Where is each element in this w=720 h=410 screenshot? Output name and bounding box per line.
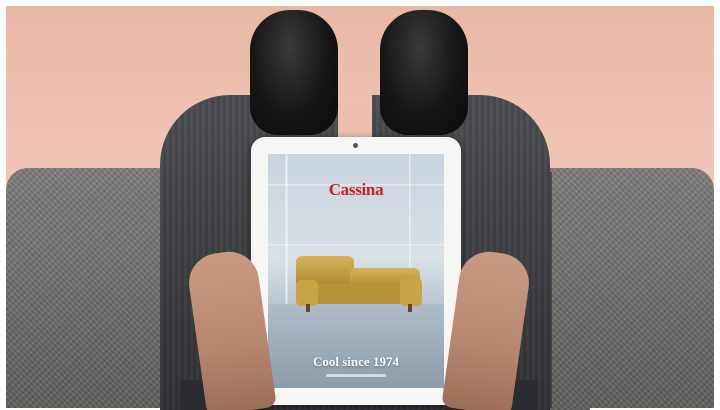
magazine-headline: Cool since 1974 [313,354,399,369]
sofa-cushion-right [548,168,714,408]
tablet-device: Cassina Cool since 1974 [251,137,461,405]
tablet-screen: Cassina Cool since 1974 [268,154,444,388]
right-shoe [380,10,468,135]
tablet-camera [353,143,358,148]
mustard-sofa-image [296,256,422,312]
left-shoe [250,10,338,135]
photo-scene: Cassina Cool since 1974 [0,0,720,410]
magazine-brand: Cassina [328,180,384,199]
magazine-subline [326,374,386,377]
